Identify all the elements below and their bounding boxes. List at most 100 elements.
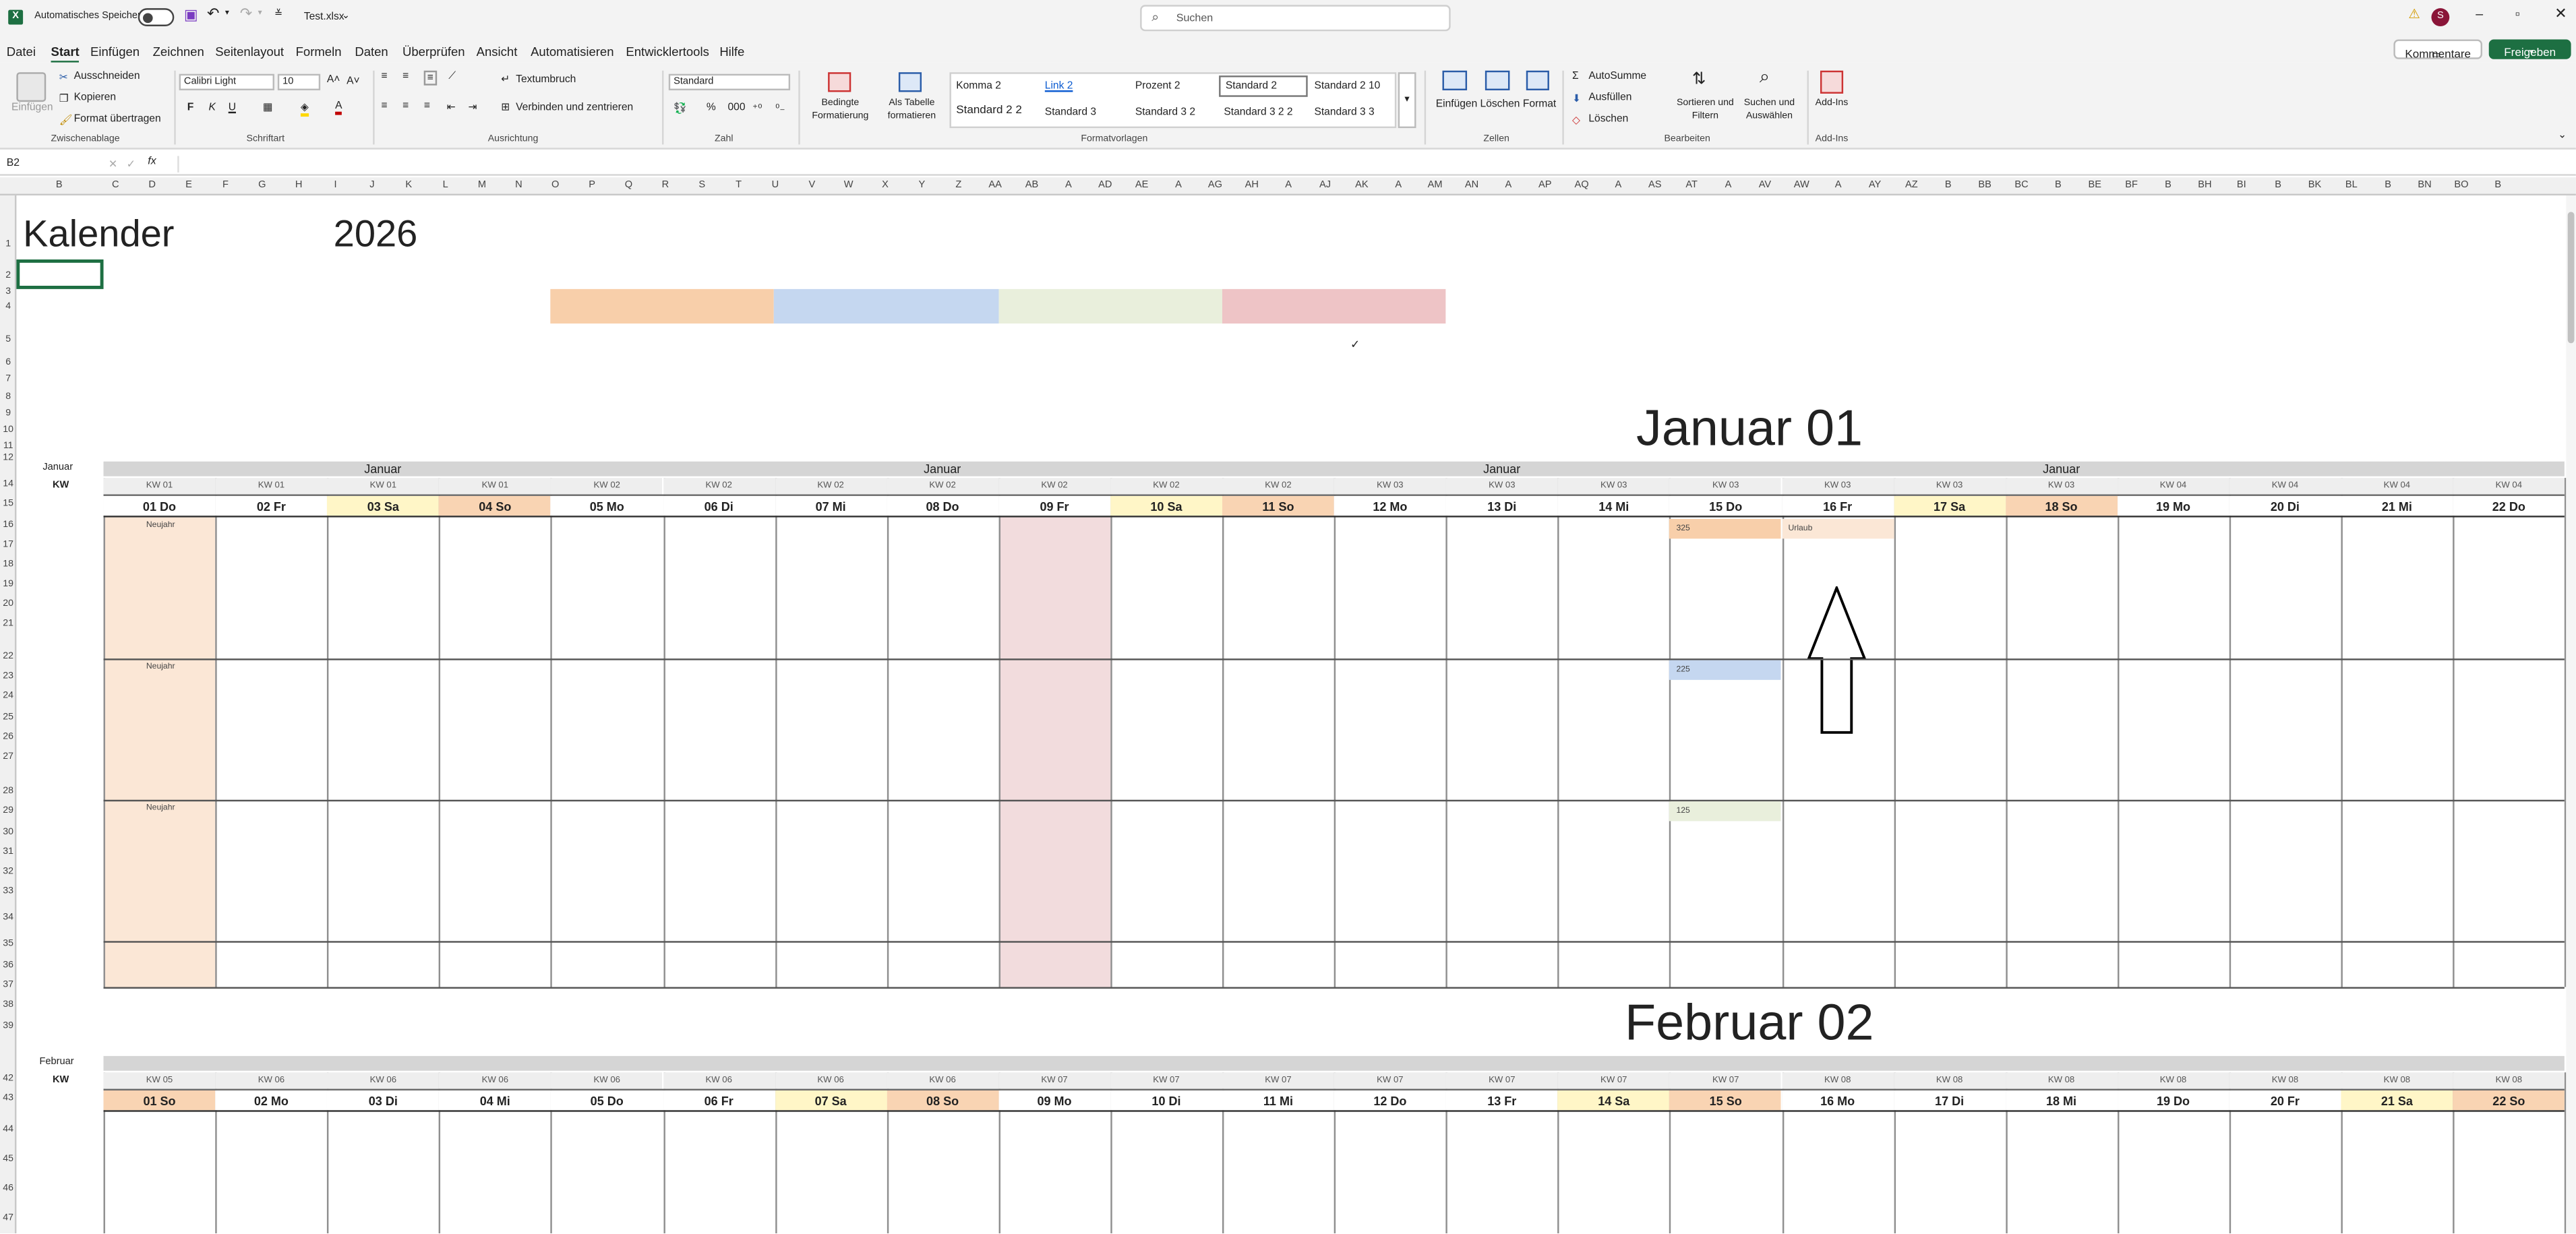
jan-day-cell[interactable]: 01 Do xyxy=(103,495,216,516)
font-color-icon[interactable]: A xyxy=(335,100,342,115)
sheet-title[interactable]: Kalender xyxy=(23,212,174,256)
style-standard-3-2[interactable]: Standard 3 2 xyxy=(1135,106,1195,118)
column-header[interactable]: AQ xyxy=(1575,181,1589,191)
feb-kw-cell[interactable]: KW 08 xyxy=(2229,1072,2341,1089)
decrease-decimal-icon[interactable]: ⁰₋ xyxy=(775,102,785,115)
column-header[interactable]: AT xyxy=(1685,181,1698,191)
column-header[interactable]: N xyxy=(515,181,522,191)
redo-icon[interactable]: ↷ xyxy=(240,5,252,23)
column-header[interactable]: O xyxy=(551,181,559,191)
column-header[interactable]: B xyxy=(2055,181,2062,191)
jan-day-cell[interactable]: 09 Fr xyxy=(998,495,1111,516)
increase-decimal-icon[interactable]: ⁺⁰ xyxy=(752,102,762,115)
feb-day-cell[interactable]: 15 So xyxy=(1669,1090,1782,1111)
tab-seitenlayout[interactable]: Seitenlayout xyxy=(215,44,284,59)
feb-kw-cell[interactable]: KW 07 xyxy=(1110,1072,1222,1089)
format-painter-button[interactable]: Format übertragen xyxy=(74,113,161,125)
align-bottom-icon[interactable]: ≡ xyxy=(423,70,437,86)
filename[interactable]: Test.xlsx xyxy=(304,11,345,23)
column-header[interactable]: AK xyxy=(1355,181,1369,191)
column-header[interactable]: BF xyxy=(2125,181,2138,191)
jan-kw-cell[interactable]: KW 03 xyxy=(1445,478,1558,495)
feb-kw-cell[interactable]: KW 08 xyxy=(2341,1072,2453,1089)
column-header[interactable]: A xyxy=(1285,181,1292,191)
row-header[interactable]: 27 xyxy=(1,752,14,762)
find-select-button[interactable]: Suchen und Auswählen xyxy=(1738,97,1801,123)
row-header[interactable]: 30 xyxy=(1,828,14,838)
style-standard-3-3[interactable]: Standard 3 3 xyxy=(1314,106,1374,118)
row-header[interactable]: 11 xyxy=(1,441,14,452)
feb-day-cell[interactable]: 12 Do xyxy=(1334,1090,1446,1111)
conditional-format-button[interactable]: Bedingte Formatierung xyxy=(804,97,878,123)
font-size-select[interactable]: 10 xyxy=(277,73,321,91)
warning-icon[interactable]: ⚠ xyxy=(2408,7,2420,22)
copy-button[interactable]: Kopieren xyxy=(74,92,116,103)
decrease-indent-icon[interactable]: ⇤ xyxy=(447,100,456,113)
enter-icon[interactable]: ✓ xyxy=(127,158,136,171)
row-header[interactable]: 32 xyxy=(1,867,14,877)
column-header[interactable]: P xyxy=(589,181,595,191)
feb-kw-cell[interactable]: KW 08 xyxy=(1893,1072,2006,1089)
jan-kw-cell[interactable]: KW 04 xyxy=(2453,478,2565,495)
column-header[interactable]: B xyxy=(2494,181,2501,191)
feb-kw-cell[interactable]: KW 08 xyxy=(1781,1072,1894,1089)
insert-cells-button[interactable]: Einfügen xyxy=(1436,98,1477,110)
jan-kw-cell[interactable]: KW 02 xyxy=(1110,478,1222,495)
column-header[interactable]: G xyxy=(258,181,266,191)
column-header[interactable]: AG xyxy=(1208,181,1222,191)
thousands-icon[interactable]: 000 xyxy=(728,102,746,113)
column-header[interactable]: J xyxy=(369,181,374,191)
column-header[interactable]: B xyxy=(2275,181,2281,191)
sheet-year[interactable]: 2026 xyxy=(334,212,418,256)
column-header[interactable]: AY xyxy=(1869,181,1881,191)
urlaub-note[interactable]: Urlaub xyxy=(1781,519,1894,539)
formula-input[interactable] xyxy=(177,156,2559,173)
minimize-icon[interactable]: – xyxy=(2476,7,2483,22)
jan-day-cell[interactable]: 13 Di xyxy=(1445,495,1558,516)
column-header[interactable]: AM xyxy=(1428,181,1443,191)
note-125[interactable]: 125 xyxy=(1669,801,1782,822)
row-header[interactable]: 4 xyxy=(1,302,14,312)
column-header[interactable]: Z xyxy=(955,181,961,191)
row-header[interactable]: 44 xyxy=(1,1125,14,1135)
column-header[interactable]: BK xyxy=(2308,181,2322,191)
column-header[interactable]: B xyxy=(2165,181,2171,191)
column-header[interactable]: Y xyxy=(919,181,926,191)
feb-kw-cell[interactable]: KW 07 xyxy=(1222,1072,1334,1089)
jan-day-cell[interactable]: 07 Mi xyxy=(775,495,887,516)
column-header[interactable]: B xyxy=(56,181,63,191)
column-header[interactable]: AH xyxy=(1245,181,1259,191)
column-header[interactable]: A xyxy=(1835,181,1842,191)
feb-day-cell[interactable]: 09 Mo xyxy=(998,1090,1111,1111)
row-header[interactable]: 22 xyxy=(1,652,14,662)
column-header[interactable]: H xyxy=(295,181,303,191)
jan-kw-cell[interactable]: KW 03 xyxy=(1669,478,1782,495)
tab-formeln[interactable]: Formeln xyxy=(296,44,342,59)
name-box[interactable]: B2 xyxy=(3,156,82,172)
jan-kw-cell[interactable]: KW 01 xyxy=(327,478,440,495)
jan-kw-cell[interactable]: KW 04 xyxy=(2341,478,2453,495)
paste-icon[interactable] xyxy=(16,72,47,102)
row-header[interactable]: 45 xyxy=(1,1154,14,1165)
avatar[interactable]: S xyxy=(2431,8,2450,26)
row-header[interactable]: 36 xyxy=(1,961,14,971)
feb-kw-cell[interactable]: KW 06 xyxy=(663,1072,775,1089)
row-header[interactable]: 18 xyxy=(1,560,14,570)
column-header[interactable]: BO xyxy=(2454,181,2468,191)
increase-indent-icon[interactable]: ⇥ xyxy=(468,100,477,113)
feb-day-cell[interactable]: 16 Mo xyxy=(1781,1090,1894,1111)
column-header[interactable]: I xyxy=(334,181,336,191)
tab-datei[interactable]: Datei xyxy=(7,44,36,59)
style-standard-2-10[interactable]: Standard 2 10 xyxy=(1314,80,1380,92)
jan-day-cell[interactable]: 04 So xyxy=(439,495,551,516)
row-header[interactable]: 21 xyxy=(1,619,14,629)
feb-kw-cell[interactable]: KW 07 xyxy=(998,1072,1111,1089)
style-standard-2[interactable]: Standard 2 xyxy=(1219,75,1308,97)
jan-day-cell[interactable]: 20 Di xyxy=(2229,495,2341,516)
search-box[interactable]: ⌕ Suchen xyxy=(1140,5,1451,32)
row-header[interactable]: 3 xyxy=(1,287,14,297)
tab-daten[interactable]: Daten xyxy=(355,44,388,59)
feb-kw-cell[interactable]: KW 06 xyxy=(887,1072,999,1089)
feb-day-cell[interactable]: 03 Di xyxy=(327,1090,440,1111)
note-225[interactable]: 225 xyxy=(1669,660,1782,680)
